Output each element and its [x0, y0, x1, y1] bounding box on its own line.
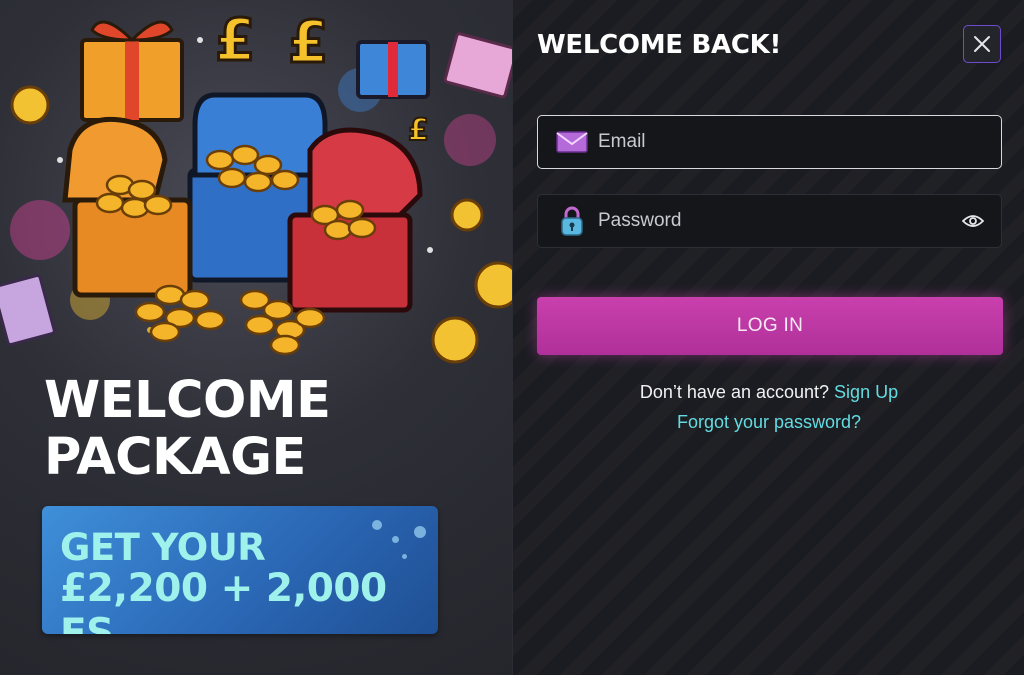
- login-button[interactable]: LOG IN: [537, 297, 1003, 355]
- splatter-decoration: [372, 520, 382, 530]
- login-modal: £ £ £ WELCOME PACKAGE GET YOUR £2,200 + …: [0, 0, 1024, 675]
- envelope-icon: [554, 127, 590, 157]
- offer-banner[interactable]: GET YOUR £2,200 + 2,000 FS: [42, 506, 438, 634]
- promo-title-line2: PACKAGE: [44, 428, 306, 487]
- promo-title: WELCOME PACKAGE: [44, 371, 331, 487]
- pound-symbol: £: [215, 6, 255, 74]
- no-account-text: Don’t have an account?: [639, 382, 830, 402]
- forgot-password-link[interactable]: Forgot your password?: [677, 412, 861, 432]
- login-title: WELCOME BACK!: [537, 30, 782, 60]
- eye-icon[interactable]: [959, 207, 987, 235]
- sign-up-link[interactable]: Sign Up: [834, 382, 898, 402]
- offer-line1: GET YOUR: [60, 526, 266, 569]
- splatter-decoration: [392, 536, 399, 543]
- pound-symbol: £: [288, 8, 328, 76]
- password-field[interactable]: [537, 194, 1002, 248]
- signup-prompt: Don’t have an account? Sign Up: [513, 382, 1024, 403]
- promo-panel: £ £ £ WELCOME PACKAGE GET YOUR £2,200 + …: [0, 0, 512, 675]
- splatter-decoration: [402, 554, 407, 559]
- login-form-panel: WELCOME BACK! Email LOG IN Don’t have an…: [512, 0, 1024, 675]
- close-button[interactable]: [963, 25, 1001, 63]
- email-field[interactable]: [537, 115, 1002, 169]
- treasure-chests-illustration: £ £ £: [0, 5, 512, 364]
- password-input[interactable]: [596, 209, 959, 233]
- pound-symbol: £: [408, 113, 429, 148]
- promo-title-line1: WELCOME: [44, 371, 331, 430]
- email-input[interactable]: [596, 130, 1001, 154]
- offer-line2: £2,200 + 2,000 FS: [60, 566, 387, 634]
- forgot-password-row: Forgot your password?: [513, 412, 1024, 433]
- splatter-decoration: [414, 526, 426, 538]
- padlock-icon: [554, 206, 590, 236]
- close-icon: [974, 36, 990, 52]
